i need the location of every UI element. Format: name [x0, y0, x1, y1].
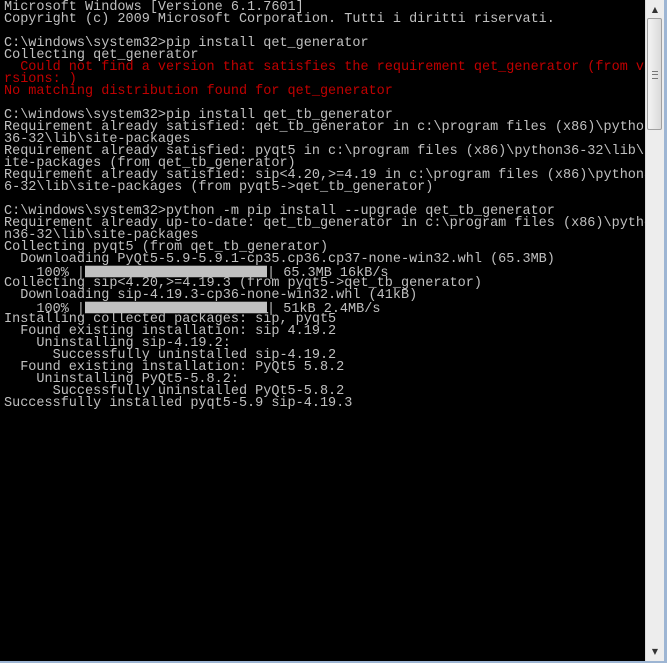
- scrollbar-thumb[interactable]: [647, 18, 662, 130]
- console-output[interactable]: Microsoft Windows [Versione 6.1.7601] Cop…: [0, 0, 645, 661]
- vertical-scrollbar[interactable]: ▲ ▼: [645, 0, 664, 661]
- console-line: No matching distribution found for qet_g…: [4, 83, 393, 100]
- console-line: Could not find a version that satisfies …: [4, 59, 645, 76]
- console-line: 6-32\lib\site-packages (from pyqt5->qet_…: [4, 179, 434, 196]
- scroll-down-button[interactable]: ▼: [646, 643, 664, 660]
- console-line: Copyright (c) 2009 Microsoft Corporation…: [4, 11, 555, 28]
- arrow-down-icon: ▼: [651, 647, 659, 656]
- console-line: Downloading sip-4.19.3-cp36-none-win32.w…: [4, 287, 418, 304]
- arrow-up-icon: ▲: [651, 5, 659, 14]
- grip-icon: [652, 71, 658, 79]
- console-line: Downloading PyQt5-5.9-5.9.1-cp35.cp36.cp…: [4, 251, 555, 268]
- console-line: Successfully installed pyqt5-5.9 sip-4.1…: [4, 395, 353, 412]
- scroll-up-button[interactable]: ▲: [646, 1, 664, 18]
